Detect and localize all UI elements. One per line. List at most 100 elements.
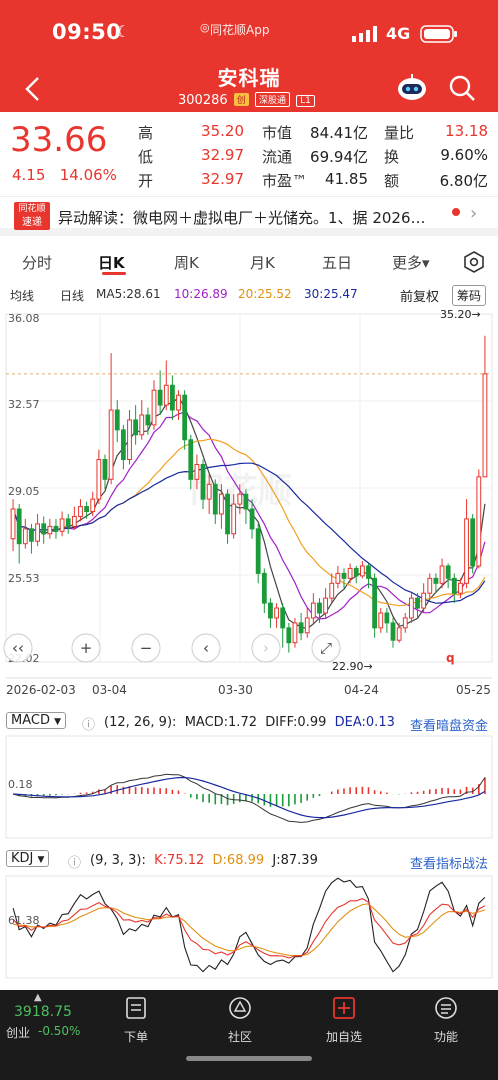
index-value[interactable]: 3918.75 bbox=[14, 1004, 72, 1020]
community-button[interactable]: 社区 bbox=[210, 1028, 270, 1045]
label-pe: 市盈™ bbox=[262, 172, 308, 190]
candle-body bbox=[366, 565, 371, 579]
candle-body bbox=[65, 518, 71, 527]
function-button[interactable]: 功能 bbox=[416, 1028, 476, 1045]
candle-body bbox=[194, 463, 200, 480]
robot-assistant-icon[interactable] bbox=[396, 72, 428, 102]
label-low: 低 bbox=[138, 148, 154, 166]
ma-line-ma10 bbox=[12, 411, 486, 620]
candle-body bbox=[280, 607, 286, 629]
candle-body bbox=[347, 567, 353, 579]
index-change: -0.50% bbox=[38, 1024, 81, 1038]
help-icon[interactable]: ⓘ bbox=[82, 714, 95, 733]
macd-diff-line bbox=[12, 773, 486, 823]
candle-body bbox=[78, 506, 83, 517]
current-price: 33.66 bbox=[10, 120, 108, 160]
index-name: 创业 bbox=[6, 1026, 31, 1040]
battery-icon bbox=[420, 25, 457, 43]
macd-axis-label: 0.18 bbox=[8, 778, 33, 791]
candle-body bbox=[470, 518, 476, 567]
ma-legend-row: 均线 日线 MA5:28.61 10:26.89 20:25.52 30:25.… bbox=[0, 284, 498, 306]
candle-body bbox=[451, 577, 457, 594]
help-icon-kdj[interactable]: ⓘ bbox=[68, 852, 81, 871]
tab-daily-k[interactable]: 日K bbox=[98, 252, 125, 273]
candle-body bbox=[268, 602, 273, 619]
kdj-axis-label: 61.38 bbox=[8, 914, 40, 927]
candle-body bbox=[427, 577, 433, 594]
bottom-toolbar: ▲ 3918.75 创业 -0.50% 下单 社区 加自选 功能 bbox=[0, 990, 498, 1080]
macd-frame bbox=[5, 735, 493, 839]
kdj-selector[interactable]: KDJ ▼ bbox=[6, 850, 50, 867]
dark-pool-link[interactable]: 查看暗盘资金 bbox=[410, 715, 488, 734]
home-indicator bbox=[186, 1056, 312, 1061]
value-turnover: 9.60% bbox=[440, 146, 488, 164]
add-watchlist-button[interactable]: 加自选 bbox=[314, 1028, 374, 1045]
add-watchlist-icon bbox=[314, 996, 374, 1024]
ma-period[interactable]: 日线 bbox=[60, 287, 84, 304]
pan-right-button-glyph: › bbox=[263, 639, 269, 657]
news-ticker[interactable]: 同花顺 速递 异动解读：微电网＋虚拟电厂＋光储充。1、据 2026… › bbox=[0, 196, 498, 236]
tag-chuang: 创 bbox=[233, 93, 249, 106]
search-icon[interactable] bbox=[448, 74, 476, 102]
label-volume-ratio: 量比 bbox=[384, 124, 415, 142]
candle-body bbox=[41, 523, 47, 535]
candle-body bbox=[255, 528, 261, 574]
candle-body bbox=[176, 394, 181, 411]
label-market-cap: 市值 bbox=[262, 124, 293, 142]
candle-body bbox=[53, 525, 59, 532]
zoom-in-button-glyph: + bbox=[80, 639, 93, 657]
kdj-j-line bbox=[12, 877, 486, 973]
candle-body bbox=[292, 622, 298, 644]
indicator-strategy-link[interactable]: 查看指标战法 bbox=[410, 853, 488, 872]
ma30-value: 30:25.47 bbox=[304, 287, 358, 301]
change-percent: 14.06% bbox=[59, 166, 117, 184]
period-tabs: 分时 日K 周K 月K 五日 更多▾ bbox=[0, 244, 498, 280]
tab-intraday[interactable]: 分时 bbox=[22, 252, 52, 273]
candle-body bbox=[310, 602, 316, 619]
macd-legend: (12, 26, 9): MACD:1.72 DIFF:0.99 DEA:0.1… bbox=[104, 715, 395, 730]
tab-weekly-k[interactable]: 周K bbox=[174, 252, 199, 273]
candle-body bbox=[402, 617, 408, 629]
candle-body bbox=[108, 409, 114, 480]
ma-mode-selector[interactable]: 均线 bbox=[10, 287, 34, 304]
chips-button[interactable]: 筹码 bbox=[452, 285, 487, 306]
kdj-k: K:75.12 bbox=[154, 853, 205, 868]
ma20-value: 20:25.52 bbox=[238, 287, 292, 301]
kdj-d: D:68.99 bbox=[212, 853, 265, 868]
value-volume-ratio: 13.18 bbox=[445, 122, 488, 140]
value-market-cap: 84.41亿 bbox=[310, 124, 368, 142]
candle-body bbox=[16, 508, 22, 545]
tab-five-day[interactable]: 五日 bbox=[322, 252, 352, 273]
candle-body bbox=[157, 389, 163, 406]
chevron-right-icon[interactable]: › bbox=[470, 203, 477, 224]
candle-body bbox=[317, 602, 322, 614]
candle-body bbox=[359, 565, 365, 577]
value-pe: 41.85 bbox=[325, 170, 368, 188]
adjust-mode-button[interactable]: 前复权 bbox=[400, 286, 439, 305]
candle-body bbox=[329, 582, 335, 599]
candle-body bbox=[212, 483, 218, 515]
candle-body bbox=[323, 597, 329, 614]
label-open: 开 bbox=[138, 172, 154, 190]
header-bar: 09:50 ☾ 同花顺App ◎ 4G 安科瑞 300286 创 深股通 L1 bbox=[0, 0, 498, 112]
signal-q-marker: q bbox=[446, 651, 455, 665]
candle-body bbox=[133, 419, 139, 436]
macd-params: (12, 26, 9): bbox=[104, 715, 177, 730]
candle-body bbox=[445, 565, 451, 579]
tab-monthly-k[interactable]: 月K bbox=[250, 252, 275, 273]
candle-body bbox=[120, 429, 126, 461]
macd-selector[interactable]: MACD ▼ bbox=[6, 712, 67, 729]
price-change: 4.15 14.06% bbox=[12, 166, 117, 184]
kdj-frame bbox=[5, 875, 493, 979]
y-axis-label: 36.08 bbox=[8, 312, 40, 325]
candle-body bbox=[390, 622, 396, 641]
kline-chart[interactable]: 同花顺36.0832.5729.0525.5322.0235.20→22.90→… bbox=[0, 306, 498, 702]
order-button[interactable]: 下单 bbox=[106, 1028, 166, 1045]
candle-body bbox=[182, 394, 188, 441]
candle-body bbox=[163, 384, 169, 406]
date-label: 04-24 bbox=[344, 683, 379, 697]
settings-icon[interactable] bbox=[462, 250, 486, 274]
kdj-d-line bbox=[13, 903, 486, 957]
tab-more[interactable]: 更多▾ bbox=[392, 252, 430, 273]
candle-body bbox=[433, 577, 439, 584]
